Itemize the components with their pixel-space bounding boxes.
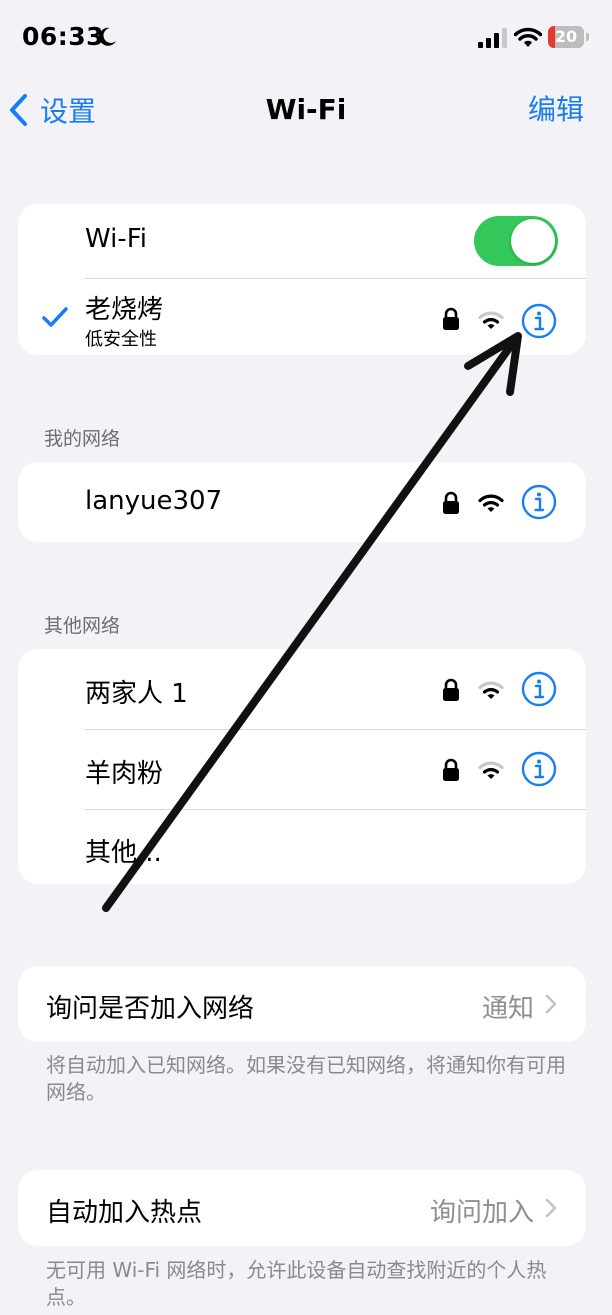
- info-icon[interactable]: [521, 484, 557, 520]
- current-network-name: 老烧烤: [85, 295, 164, 325]
- other-networks-card: 两家人 1 羊肉粉 其他...: [18, 649, 586, 884]
- edit-button[interactable]: 编辑: [528, 90, 584, 130]
- info-icon[interactable]: [521, 671, 557, 707]
- battery-indicator: 20: [548, 26, 590, 48]
- cellular-signal-icon: [478, 28, 507, 48]
- network-name: lanyue307: [85, 486, 223, 516]
- chevron-right-icon: [545, 994, 557, 1014]
- page-title: Wi-Fi: [265, 93, 347, 126]
- wifi-toggle-row: Wi-Fi: [18, 204, 586, 278]
- ask-join-value: 通知: [481, 994, 534, 1024]
- wifi-signal-medium-icon: [478, 681, 504, 699]
- moon-icon: [99, 27, 116, 46]
- lock-icon: [443, 307, 459, 330]
- battery-level-text: 20: [554, 27, 578, 46]
- status-time: 06:33: [22, 22, 105, 51]
- wifi-toggle-switch[interactable]: [474, 216, 558, 266]
- my-networks-header: 我的网络: [44, 428, 121, 450]
- battery-body: 20: [548, 26, 584, 48]
- ask-join-label: 询问是否加入网络: [46, 994, 255, 1024]
- checkmark-icon: [42, 307, 68, 327]
- current-network-row[interactable]: 老烧烤 低安全性: [18, 279, 586, 355]
- wifi-signal-weak-icon: [478, 311, 504, 329]
- network-row[interactable]: lanyue307: [18, 462, 586, 542]
- network-name: 羊肉粉: [85, 759, 164, 789]
- other-network-label: 其他...: [85, 838, 162, 868]
- network-row[interactable]: 羊肉粉: [18, 730, 586, 809]
- auto-hotspot-value: 询问加入: [429, 1198, 534, 1228]
- my-networks-card: lanyue307: [18, 462, 586, 542]
- auto-hotspot-card[interactable]: 自动加入热点 询问加入: [18, 1170, 586, 1246]
- battery-tip: [586, 33, 589, 41]
- wifi-signal-medium-icon: [478, 761, 504, 779]
- chevron-right-icon: [545, 1198, 557, 1218]
- info-icon[interactable]: [521, 303, 557, 339]
- lock-icon: [443, 758, 459, 781]
- wifi-status-icon: [514, 27, 542, 47]
- navigation-bar: 设置 Wi-Fi 编辑: [0, 80, 612, 140]
- lock-icon: [443, 678, 459, 701]
- network-name: 两家人 1: [85, 679, 188, 709]
- wifi-toggle-label: Wi-Fi: [85, 224, 148, 254]
- wifi-signal-full-icon: [478, 494, 504, 512]
- lock-icon: [443, 491, 459, 514]
- wifi-main-card: Wi-Fi 老烧烤 低安全性: [18, 204, 586, 355]
- other-networks-header: 其他网络: [44, 615, 121, 637]
- status-bar: 06:33 20: [0, 0, 612, 76]
- other-network-row[interactable]: 其他...: [18, 810, 586, 884]
- ask-join-footnote: 将自动加入已知网络。如果没有已知网络，将通知你有可用网络。: [46, 1053, 566, 1104]
- ask-join-card[interactable]: 询问是否加入网络 通知: [18, 966, 586, 1042]
- auto-hotspot-label: 自动加入热点: [46, 1198, 203, 1228]
- current-network-security-note: 低安全性: [85, 329, 157, 350]
- auto-hotspot-footnote: 无可用 Wi-Fi 网络时，允许此设备自动查找附近的个人热点。: [46, 1258, 547, 1309]
- info-icon[interactable]: [521, 751, 557, 787]
- toggle-knob: [511, 219, 555, 263]
- network-row[interactable]: 两家人 1: [18, 649, 586, 729]
